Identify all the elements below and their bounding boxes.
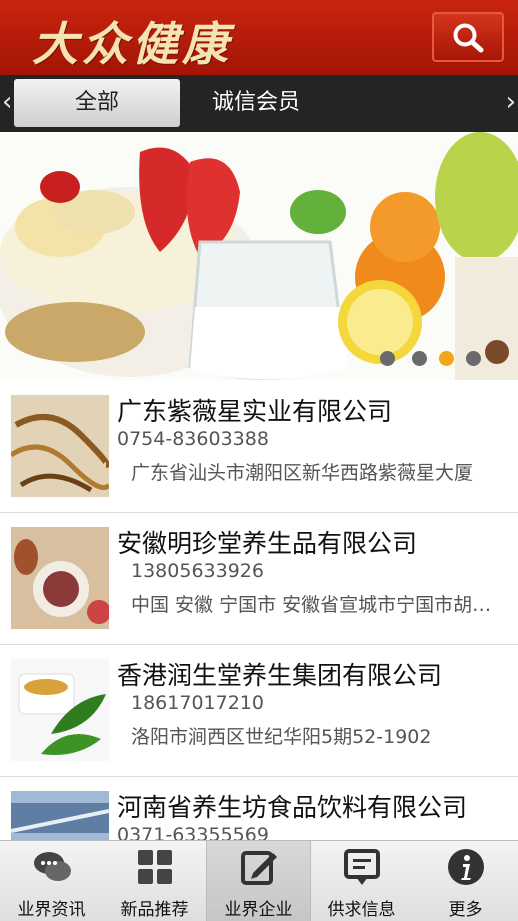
company-thumbnail [11, 791, 109, 840]
pager-dot[interactable] [412, 351, 427, 366]
company-name: 香港润生堂养生集团有限公司 [117, 661, 443, 690]
promo-banner[interactable] [0, 132, 518, 380]
company-phone[interactable]: 0371-63355569 [117, 824, 269, 840]
company-list: 广东紫薇星实业有限公司 0754-83603388 广东省汕头市潮阳区新华西路紫… [0, 380, 518, 840]
app-header: 大众健康 [0, 0, 518, 75]
company-name: 广东紫薇星实业有限公司 [117, 397, 393, 426]
message-board-icon [343, 849, 380, 885]
company-thumbnail [11, 659, 109, 761]
search-icon [453, 23, 484, 53]
edit-icon [240, 851, 277, 885]
nav-supply-demand[interactable]: 供求信息 [310, 841, 413, 921]
nav-label: 供求信息 [327, 900, 396, 920]
nav-label: 业界企业 [224, 900, 293, 920]
company-name: 河南省养生坊食品饮料有限公司 [117, 793, 468, 822]
pager-dot-active[interactable] [439, 351, 454, 366]
nav-industry-news[interactable]: 业界资讯 [0, 841, 103, 921]
company-phone[interactable]: 18617017210 [131, 692, 264, 714]
scroll-left-arrow-icon[interactable]: ‹ [2, 87, 12, 117]
company-thumbnail [11, 395, 109, 497]
nav-label: 更多 [448, 900, 483, 920]
company-name: 安徽明珍堂养生品有限公司 [117, 529, 418, 558]
company-address: 洛阳市涧西区世纪华阳5期52-1902 [131, 726, 432, 748]
info-icon [447, 849, 484, 885]
scroll-right-arrow-icon[interactable]: › [506, 87, 516, 117]
company-thumbnail [11, 527, 109, 629]
tab-credit-members[interactable]: 诚信会员 [212, 79, 300, 127]
nav-new-products[interactable]: 新品推荐 [103, 841, 206, 921]
app-logo: 大众健康 [32, 17, 232, 71]
nav-more[interactable]: 更多 [414, 841, 517, 921]
grid-icon [137, 850, 172, 884]
company-address: 中国 安徽 宁国市 安徽省宣城市宁国市胡… [131, 594, 492, 616]
tab-all[interactable]: 全部 [14, 79, 180, 127]
list-item[interactable]: 河南省养生坊食品饮料有限公司 0371-63355569 [0, 776, 518, 840]
company-phone[interactable]: 0754-83603388 [117, 428, 269, 450]
nav-industry-companies[interactable]: 业界企业 [206, 841, 311, 921]
list-item[interactable]: 广东紫薇星实业有限公司 0754-83603388 广东省汕头市潮阳区新华西路紫… [0, 380, 518, 513]
search-button[interactable] [432, 12, 504, 62]
pager-dot[interactable] [466, 351, 481, 366]
list-item[interactable]: 安徽明珍堂养生品有限公司 13805633926 中国 安徽 宁国市 安徽省宣城… [0, 512, 518, 645]
company-address: 广东省汕头市潮阳区新华西路紫薇星大厦 [131, 462, 474, 484]
company-phone[interactable]: 13805633926 [131, 560, 264, 582]
category-tab-bar: ‹ 全部 诚信会员 › [0, 75, 518, 132]
banner-image [0, 132, 518, 380]
bottom-navigation: 业界资讯 新品推荐 业界企业 供求信息 更多 [0, 840, 518, 921]
list-item[interactable]: 香港润生堂养生集团有限公司 18617017210 洛阳市涧西区世纪华阳5期52… [0, 644, 518, 777]
nav-label: 业界资讯 [17, 900, 86, 920]
pager-dot[interactable] [380, 351, 395, 366]
nav-label: 新品推荐 [120, 900, 189, 920]
chat-bubbles-icon [33, 852, 71, 881]
